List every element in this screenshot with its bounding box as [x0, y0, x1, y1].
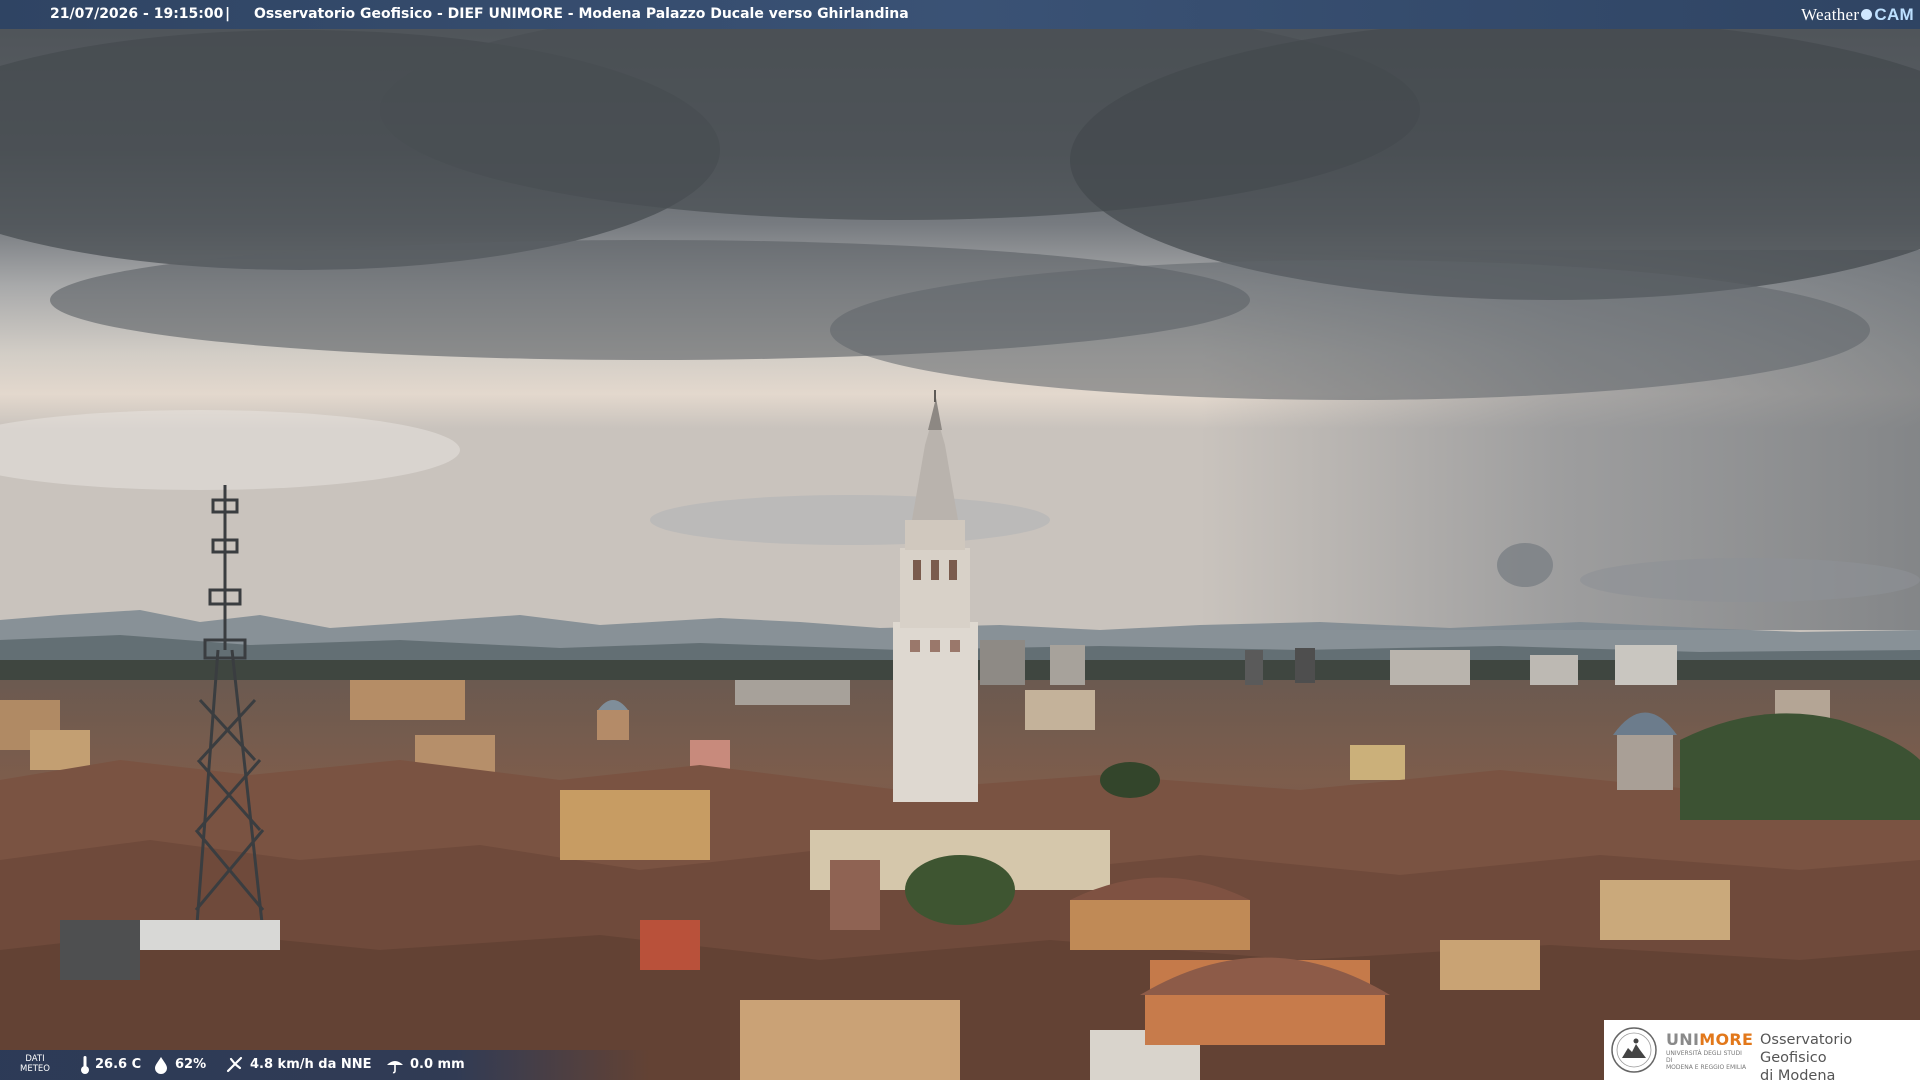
subtitle-line1: UNIVERSITÀ DEGLI STUDI DI — [1666, 1050, 1742, 1064]
timestamp: 21/07/2026 - 19:15:00 — [50, 6, 224, 22]
brand-word-cam: CAM — [1874, 4, 1914, 24]
wordmark-part2: MORE — [1699, 1030, 1754, 1049]
city-skyline-photo — [0, 0, 1920, 1080]
university-seal-icon — [1611, 1027, 1657, 1073]
subtitle-line2: MODENA E REGGIO EMILIA — [1666, 1064, 1747, 1071]
caption-bar: 21/07/2026 - 19:15:00 | Osservatorio Geo… — [0, 0, 1920, 29]
weathercam-logo: Weather CAM — [1801, 3, 1914, 26]
temperature-reading: 26.6 C — [80, 1050, 141, 1080]
unimore-wordmark: UNIMORE — [1666, 1030, 1753, 1049]
wind-value: 4.8 km/h da NNE — [250, 1057, 372, 1072]
rain-value: 0.0 mm — [410, 1057, 465, 1072]
unimore-logo: UNIMORE UNIVERSITÀ DEGLI STUDI DI MODENA… — [1604, 1020, 1920, 1080]
wind-icon — [226, 1056, 243, 1073]
rain-icon — [387, 1061, 403, 1074]
rain-reading: 0.0 mm — [385, 1050, 465, 1080]
separator: | — [225, 6, 231, 22]
wind-reading: 4.8 km/h da NNE — [225, 1050, 372, 1080]
camera-title: Osservatorio Geofisico - DIEF UNIMORE - … — [254, 6, 909, 22]
wordmark-part1: UNI — [1666, 1030, 1700, 1049]
brand-word-weather: Weather — [1801, 4, 1860, 24]
humidity-value: 62% — [175, 1057, 207, 1072]
droplet-icon — [155, 1057, 167, 1074]
temperature-value: 26.6 C — [95, 1057, 142, 1072]
brand-dot-icon — [1861, 9, 1873, 20]
university-subtitle: UNIVERSITÀ DEGLI STUDI DI MODENA E REGGI… — [1666, 1050, 1750, 1071]
thermometer-icon — [81, 1056, 89, 1074]
humidity-reading: 62% — [152, 1050, 206, 1080]
meteo-label: DATI METEO — [18, 1054, 52, 1074]
observatory-name: Osservatorio Geofisico di Modena — [1760, 1031, 1920, 1080]
meteo-label-line1: DATI — [25, 1054, 45, 1064]
meteo-label-line2: METEO — [20, 1064, 50, 1074]
weather-data-strip: DATI METEO 26.6 C 62% 4.8 km/h da NNE 0.… — [0, 1050, 650, 1080]
observatory-line1: Osservatorio Geofisico — [1760, 1032, 1853, 1066]
observatory-line2: di Modena — [1760, 1068, 1836, 1080]
webcam-frame: 21/07/2026 - 19:15:00 | Osservatorio Geo… — [0, 0, 1920, 1080]
